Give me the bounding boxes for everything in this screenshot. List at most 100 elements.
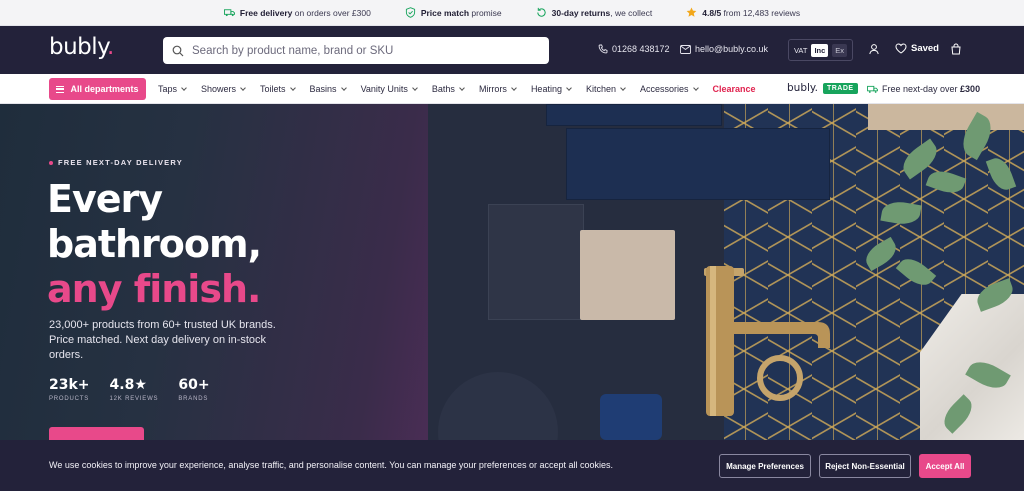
main-nav: All departments Taps Showers Toilets Bas… [0,74,1024,104]
hero-image [428,104,1024,440]
bubly-logo[interactable]: bubly. [49,34,114,60]
menu-icon [56,85,65,93]
account-button[interactable] [868,43,880,55]
nav-label: Toilets [260,84,286,94]
trade-link[interactable]: bubly. TRADE [787,82,858,94]
usp-free-delivery: Free delivery on orders over £300 [223,7,371,18]
blue-tile [566,128,830,200]
pink-dot-icon [49,160,53,165]
chevron-down-icon [459,84,465,91]
usp-returns: 30-day returns, we collect [536,7,653,18]
phone-icon [598,44,608,54]
nav-item-showers[interactable]: Showers [201,84,246,94]
headline-line-3: any finish. [47,267,261,311]
chevron-down-icon [340,84,347,91]
usp-reviews: 4.8/5 from 12,483 reviews [686,7,800,18]
chevron-down-icon [620,84,626,91]
heart-icon [895,43,907,54]
chevron-down-icon [412,84,418,91]
stat-brands: 60+ BRANDS [178,377,209,402]
stat-reviews: 4.8★ 12K REVIEWS [110,377,159,402]
nav-item-clearance[interactable]: Clearance [713,84,756,94]
usp-free-delivery-bold: Free delivery [239,7,293,18]
all-departments-button[interactable]: All departments [49,78,146,100]
saved-label: Saved [911,43,939,54]
next-day-amount: £300 [960,84,981,94]
nav-item-baths[interactable]: Baths [431,84,465,94]
nav-label: Heating [530,84,562,94]
chevron-down-icon [692,84,699,91]
blue-tile [546,104,722,126]
usp-returns-bold: 30-day returns [551,7,611,18]
drain-grate [488,204,584,320]
vat-ex-option[interactable]: Ex [832,43,848,57]
blue-towel [600,394,662,440]
vat-toggle[interactable]: VAT Inc Ex [788,39,853,61]
hero-banner: FREE NEXT-DAY DELIVERY Every bathroom, a… [0,104,1024,440]
search-icon [172,45,184,56]
hero-cta-button[interactable] [49,427,144,440]
cookie-message: We use cookies to improve your experienc… [49,460,613,470]
usp-bar: Free delivery on orders over £300 Price … [0,0,1024,26]
nav-label: Kitchen [585,84,616,94]
stat-label: BRANDS [178,396,209,402]
all-departments-label: All departments [70,84,139,94]
usp-reviews-text: from 12,483 reviews [721,7,801,18]
hero-subtext: 23,000+ products from 60+ trusted UK bra… [49,319,276,361]
email-link[interactable]: hello@bubly.co.uk [680,44,768,54]
user-icon [869,44,879,55]
nav-label: Taps [158,84,178,94]
stat-label: 12K REVIEWS [109,396,159,402]
stat-value: 60+ [178,377,210,393]
next-day-text: Free next-day over [882,84,961,94]
trade-logo: bubly. [787,82,818,94]
chevron-down-icon [566,84,572,91]
nav-label: Basins [309,84,337,94]
nav-item-basins[interactable]: Basins [309,84,347,94]
brass-tap [704,266,830,416]
shield-check-icon [405,7,415,18]
nav-label: Clearance [712,84,756,94]
usp-reviews-bold: 4.8/5 [702,7,722,18]
nav-label: Baths [431,84,455,94]
stat-value: 4.8★ [109,377,147,393]
nav-item-taps[interactable]: Taps [158,84,187,94]
hero-eyebrow: FREE NEXT-DAY DELIVERY [49,158,183,167]
nav-item-mirrors[interactable]: Mirrors [478,84,517,94]
nav-label: Accessories [640,84,689,94]
nav-item-toilets[interactable]: Toilets [260,84,296,94]
nav-item-accessories[interactable]: Accessories [640,84,699,94]
stat-label: PRODUCTS [49,396,90,402]
usp-returns-text: , we collect [610,7,653,18]
accept-all-button[interactable]: Accept All [919,454,971,478]
phone-link[interactable]: 01268 438172 [598,44,670,54]
nav-item-heating[interactable]: Heating [530,84,572,94]
vat-inc-option[interactable]: Inc [811,43,829,57]
usp-price-match-bold: Price match [420,7,470,18]
headline-line-2: bathroom, [47,222,262,266]
saved-button[interactable]: Saved [895,43,939,54]
chevron-down-icon [240,84,246,91]
nav-label: Vanity Units [360,84,408,94]
chevron-down-icon [289,84,296,91]
nav-item-kitchen[interactable]: Kitchen [585,84,626,94]
basket-button[interactable] [950,43,962,55]
star-icon [686,7,697,17]
truck-icon [867,85,878,93]
reject-non-essential-button[interactable]: Reject Non-Essential [819,454,911,478]
trade-badge: TRADE [822,82,858,94]
logo-text: bubly [49,34,108,60]
nav-label: Mirrors [478,84,507,94]
next-day-notice: Free next-day over £300 [867,84,980,94]
cookie-banner: We use cookies to improve your experienc… [0,440,1024,491]
logo-dot: . [107,34,114,60]
return-arrow-icon [536,7,546,17]
usp-price-match-text: promise [469,7,502,18]
search-input[interactable] [192,44,532,57]
truck-icon [223,9,235,17]
search-box[interactable] [163,37,549,64]
vat-label: VAT [793,45,808,55]
nav-item-vanity-units[interactable]: Vanity Units [360,84,418,94]
manage-preferences-button[interactable]: Manage Preferences [719,454,811,478]
stat-value: 23k+ [49,377,90,393]
